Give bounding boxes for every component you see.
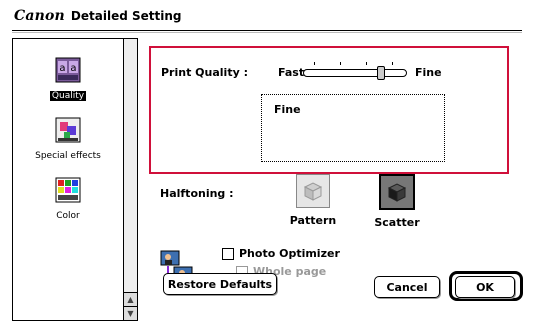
slider-tick bbox=[314, 62, 315, 65]
sidebar-scrollbar[interactable]: ▲ ▼ bbox=[123, 39, 137, 320]
ok-button[interactable]: OK bbox=[455, 276, 515, 298]
halftoning-label: Halftoning : bbox=[160, 187, 234, 200]
print-quality-group: Print Quality : Fast Fine Fine bbox=[149, 46, 509, 174]
slider-max-label: Fine bbox=[415, 66, 442, 79]
halftoning-option-pattern[interactable]: Pattern bbox=[278, 174, 348, 227]
slider-thumb[interactable] bbox=[376, 66, 385, 80]
detailed-setting-dialog: Canon Detailed Setting a a Quality Speci… bbox=[0, 0, 534, 332]
svg-text:a: a bbox=[59, 63, 65, 74]
brand-logo: Canon bbox=[14, 8, 65, 24]
svg-text:a: a bbox=[70, 63, 76, 74]
quality-icon: a a bbox=[55, 57, 81, 83]
sidebar-item-color[interactable]: Color bbox=[13, 177, 123, 222]
halftoning-option-label: Pattern bbox=[289, 214, 337, 227]
scroll-down-arrow-icon[interactable]: ▼ bbox=[124, 306, 137, 320]
photo-optimizer-checkbox[interactable]: Photo Optimizer bbox=[222, 247, 340, 260]
halftoning-option-scatter[interactable]: Scatter bbox=[362, 174, 432, 229]
sidebar-item-label: Color bbox=[56, 211, 80, 221]
restore-defaults-button[interactable]: Restore Defaults bbox=[163, 273, 277, 295]
special-effects-icon bbox=[55, 117, 81, 143]
sidebar-item-label: Quality bbox=[49, 91, 87, 101]
halftoning-option-label: Scatter bbox=[374, 216, 420, 229]
dialog-title: Detailed Setting bbox=[70, 9, 182, 23]
sidebar-item-label: Special effects bbox=[35, 151, 101, 161]
print-quality-slider[interactable] bbox=[303, 62, 407, 80]
sidebar-item-special-effects[interactable]: Special effects bbox=[13, 117, 123, 162]
quality-description-box: Fine bbox=[261, 94, 445, 162]
slider-tick bbox=[392, 62, 393, 65]
slider-tick bbox=[340, 62, 341, 65]
category-list: a a Quality Special effects Color bbox=[13, 39, 123, 320]
color-icon bbox=[55, 177, 81, 203]
photo-optimizer-label: Photo Optimizer bbox=[239, 247, 340, 260]
quality-description: Fine bbox=[274, 103, 301, 116]
pattern-icon[interactable] bbox=[296, 174, 330, 208]
title-divider bbox=[12, 30, 522, 33]
title-bar: Canon Detailed Setting bbox=[14, 8, 182, 24]
category-sidebar: a a Quality Special effects Color ▲ ▼ bbox=[12, 38, 138, 321]
slider-tick bbox=[366, 62, 367, 65]
slider-min-label: Fast bbox=[278, 66, 305, 79]
sidebar-item-quality[interactable]: a a Quality bbox=[13, 57, 123, 102]
cancel-button[interactable]: Cancel bbox=[374, 276, 440, 298]
print-quality-label: Print Quality : bbox=[161, 66, 248, 79]
scatter-icon[interactable] bbox=[379, 174, 415, 210]
scroll-up-arrow-icon[interactable]: ▲ bbox=[124, 292, 137, 306]
checkbox-box[interactable] bbox=[222, 247, 234, 260]
